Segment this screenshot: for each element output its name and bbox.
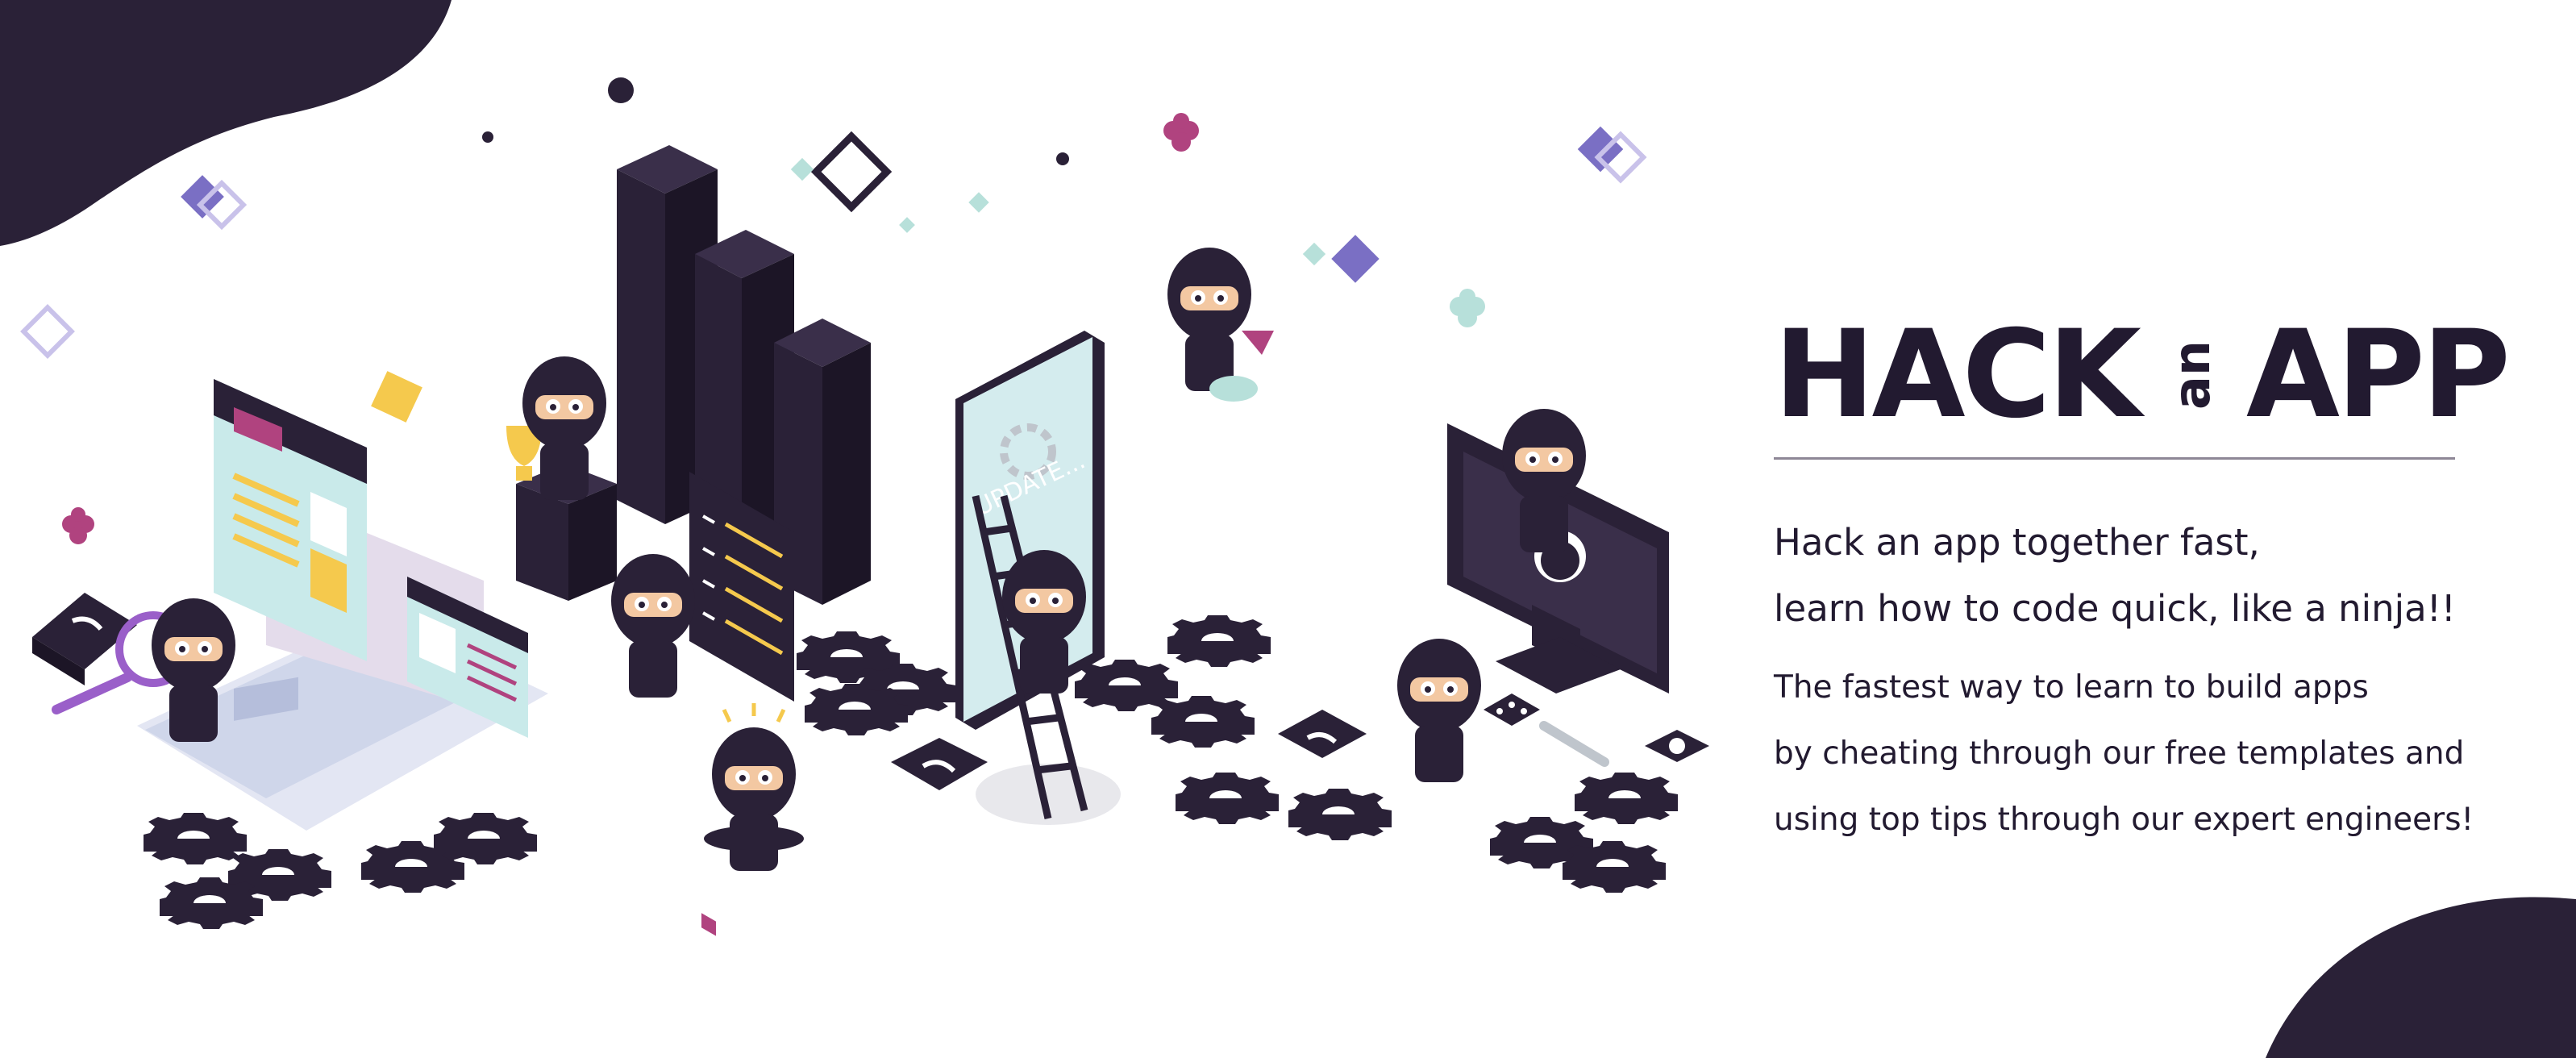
settings-tile-icon — [1645, 730, 1709, 762]
chat-icon — [1484, 694, 1540, 726]
headline-line-1: Hack an app together fast, — [1774, 521, 2260, 564]
headline-line-2: learn how to code quick, like a ninja!! — [1774, 587, 2456, 630]
title-hack: HACK — [1774, 305, 2141, 445]
ninja-icon — [611, 554, 695, 698]
description: The fastest way to learn to build apps b… — [1774, 655, 2483, 853]
title-app: APP — [2245, 305, 2511, 445]
page-title: HACK an APP — [1774, 305, 2511, 445]
top-left-blob — [0, 0, 452, 246]
title-an: an — [2162, 340, 2221, 410]
ninja-icon — [1397, 639, 1481, 782]
headline: Hack an app together fast, learn how to … — [1774, 510, 2483, 642]
wrench-icon — [1539, 721, 1609, 767]
description-line-3: using top tips through our expert engine… — [1774, 802, 2474, 838]
title-divider — [1774, 457, 2455, 460]
ninja-icon — [712, 727, 796, 871]
browser-window-icon — [214, 379, 367, 661]
bottom-right-blob — [2266, 897, 2576, 1058]
hero-text-panel: HACK an APP Hack an app together fast, l… — [1774, 305, 2511, 853]
description-line-2: by cheating through our free templates a… — [1774, 735, 2465, 772]
description-line-1: The fastest way to learn to build apps — [1774, 669, 2369, 706]
wifi-icon — [891, 738, 988, 790]
ninja-icon — [1167, 248, 1251, 391]
wifi-icon — [1278, 710, 1367, 758]
